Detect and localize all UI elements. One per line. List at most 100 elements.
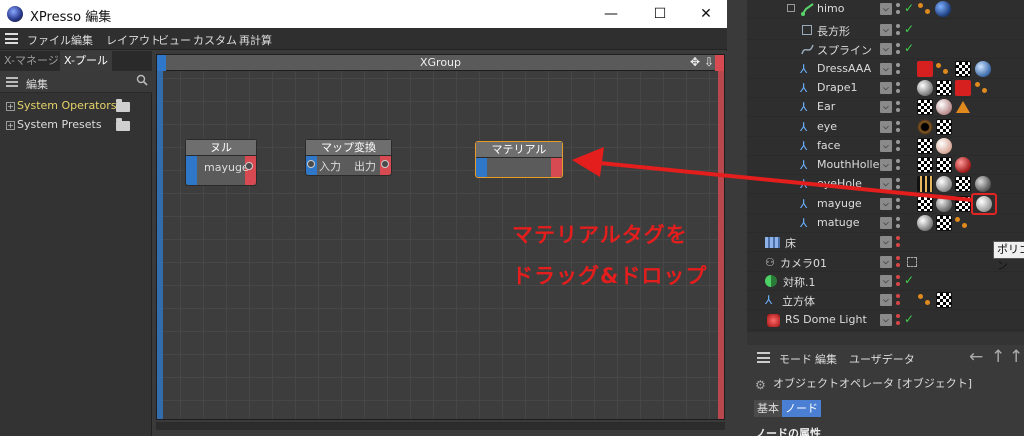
object-row-ear[interactable]: ⅄ Ear bbox=[747, 98, 1024, 117]
material-tag-icon[interactable] bbox=[975, 61, 991, 77]
xgroup-node[interactable]: XGroup ✥ ⇩ ヌル mayuge マップ変換 入力 出力 マテリアル マ… bbox=[156, 54, 725, 420]
tab-x-pool[interactable]: X-プール bbox=[60, 51, 112, 71]
visibility-toggle[interactable] bbox=[880, 101, 892, 113]
eye-material-icon[interactable] bbox=[917, 119, 933, 135]
object-row-cube[interactable]: ⅄ 立方体 bbox=[747, 291, 1024, 310]
render-dots[interactable] bbox=[896, 235, 900, 249]
output-port[interactable] bbox=[245, 162, 253, 170]
tree-item-system-operators[interactable]: + System Operators bbox=[6, 97, 116, 115]
texture-tag-icon[interactable] bbox=[936, 215, 952, 231]
visibility-toggle[interactable] bbox=[880, 178, 892, 190]
tag-orange-icon[interactable] bbox=[955, 216, 969, 230]
render-dots[interactable] bbox=[896, 313, 900, 327]
horizontal-scrollbar[interactable] bbox=[156, 422, 725, 430]
material-tag-skin-icon[interactable] bbox=[936, 138, 952, 154]
render-dots[interactable] bbox=[896, 23, 900, 37]
export-icon[interactable]: ⇩ bbox=[704, 55, 714, 69]
material-node[interactable]: マテリアル bbox=[475, 141, 563, 178]
tag-orange-icon[interactable] bbox=[975, 81, 989, 95]
move-icon[interactable]: ✥ bbox=[690, 55, 700, 69]
visibility-toggle[interactable] bbox=[880, 275, 892, 287]
output-port[interactable] bbox=[381, 160, 389, 168]
visibility-toggle[interactable] bbox=[880, 159, 892, 171]
xgroup-header[interactable]: XGroup ✥ ⇩ bbox=[157, 55, 724, 71]
menu-user-data[interactable]: ユーザデータ bbox=[849, 351, 915, 367]
material-tag-pink-icon[interactable] bbox=[936, 99, 952, 115]
tab-basic[interactable]: 基本 bbox=[754, 400, 782, 417]
texture-tag-icon[interactable] bbox=[936, 292, 952, 308]
visibility-toggle[interactable] bbox=[880, 63, 892, 75]
close-button[interactable]: ✕ bbox=[686, 2, 726, 26]
object-row-eye[interactable]: ⅄ eye bbox=[747, 118, 1024, 137]
pool-menu-icon[interactable] bbox=[6, 77, 18, 87]
enabled-check-icon[interactable]: ✓ bbox=[904, 1, 914, 15]
tag-orange-icon[interactable] bbox=[936, 62, 950, 76]
object-row-spline[interactable]: スプライン ✓ bbox=[747, 40, 1024, 59]
enabled-check-icon[interactable]: ✓ bbox=[904, 273, 914, 287]
object-row-face[interactable]: ⅄ face bbox=[747, 137, 1024, 156]
texture-tag-icon[interactable] bbox=[955, 196, 971, 212]
texture-tag-icon[interactable] bbox=[936, 80, 952, 96]
menu-edit[interactable]: 編集 bbox=[815, 351, 837, 367]
triangle-tag-icon[interactable] bbox=[955, 99, 971, 115]
camera-target-icon[interactable] bbox=[907, 257, 917, 267]
object-row-mouthholle[interactable]: ⅄ MouthHolle bbox=[747, 156, 1024, 175]
object-row-rs-dome-light[interactable]: RS Dome Light ✓ bbox=[747, 311, 1024, 330]
visibility-toggle[interactable] bbox=[880, 121, 892, 133]
visibility-toggle[interactable] bbox=[880, 198, 892, 210]
range-mapper-node[interactable]: マップ変換 入力 出力 bbox=[305, 139, 392, 176]
object-row-symmetry[interactable]: 対称.1 ✓ bbox=[747, 272, 1024, 291]
up-arrow-icon[interactable]: ↑ bbox=[991, 347, 1005, 367]
visibility-toggle[interactable] bbox=[880, 24, 892, 36]
hamburger-menu-icon[interactable] bbox=[5, 33, 18, 44]
null-node[interactable]: ヌル mayuge bbox=[185, 139, 257, 186]
texture-tag-icon[interactable] bbox=[917, 99, 933, 115]
enabled-check-icon[interactable]: ✓ bbox=[904, 22, 914, 36]
texture-tag-icon[interactable] bbox=[917, 138, 933, 154]
expand-icon[interactable]: + bbox=[6, 120, 15, 130]
object-row-floor[interactable]: 床 bbox=[747, 233, 1024, 252]
render-dots[interactable] bbox=[896, 255, 900, 269]
attribute-menu-icon[interactable] bbox=[757, 352, 770, 363]
minimize-button[interactable]: — bbox=[591, 2, 631, 26]
menu-edit[interactable]: 編集 bbox=[71, 32, 93, 48]
texture-tag-icon[interactable] bbox=[917, 196, 933, 212]
material-tag-red-icon[interactable] bbox=[955, 157, 971, 173]
xpresso-canvas[interactable]: XGroup ✥ ⇩ ヌル mayuge マップ変換 入力 出力 マテリアル マ… bbox=[153, 51, 727, 436]
forward-arrow-icon[interactable]: ↑ bbox=[1009, 347, 1023, 367]
render-dots[interactable] bbox=[896, 216, 900, 230]
visibility-toggle[interactable] bbox=[880, 314, 892, 326]
object-row-dressaaa[interactable]: ⅄ DressAAA bbox=[747, 60, 1024, 79]
material-tag-icon[interactable] bbox=[936, 176, 952, 192]
object-row-matuge[interactable]: ⅄ matuge bbox=[747, 214, 1024, 233]
output-port-column[interactable] bbox=[715, 55, 724, 71]
visibility-toggle[interactable] bbox=[880, 217, 892, 229]
visibility-toggle[interactable] bbox=[880, 3, 892, 15]
render-dots[interactable] bbox=[896, 293, 900, 307]
visibility-toggle[interactable] bbox=[880, 43, 892, 55]
texture-tag-icon[interactable] bbox=[917, 157, 933, 173]
menu-recalculate[interactable]: 再計算 bbox=[239, 32, 272, 48]
object-row-drape1[interactable]: ⅄ Drape1 bbox=[747, 79, 1024, 98]
texture-tag-icon[interactable] bbox=[936, 119, 952, 135]
render-dots[interactable] bbox=[896, 197, 900, 211]
maximize-button[interactable]: ☐ bbox=[640, 2, 680, 26]
render-dots[interactable] bbox=[896, 62, 900, 76]
render-dots[interactable] bbox=[896, 177, 900, 191]
tab-node[interactable]: ノード bbox=[782, 400, 821, 417]
render-dots[interactable] bbox=[896, 42, 900, 56]
enabled-check-icon[interactable]: ✓ bbox=[904, 41, 914, 55]
texture-tag-icon[interactable] bbox=[936, 157, 952, 173]
menu-file[interactable]: ファイル bbox=[27, 32, 71, 48]
material-tag-icon[interactable] bbox=[975, 176, 991, 192]
visibility-toggle[interactable] bbox=[880, 236, 892, 248]
material-tag-icon[interactable] bbox=[917, 80, 933, 96]
render-dots[interactable] bbox=[896, 2, 900, 16]
material-tag-icon[interactable] bbox=[936, 196, 952, 212]
render-dots[interactable] bbox=[896, 139, 900, 153]
visibility-toggle[interactable] bbox=[880, 82, 892, 94]
render-dots[interactable] bbox=[896, 120, 900, 134]
expand-icon[interactable] bbox=[787, 4, 795, 12]
menu-view[interactable]: ビュー bbox=[158, 32, 191, 48]
input-port[interactable] bbox=[307, 160, 315, 168]
